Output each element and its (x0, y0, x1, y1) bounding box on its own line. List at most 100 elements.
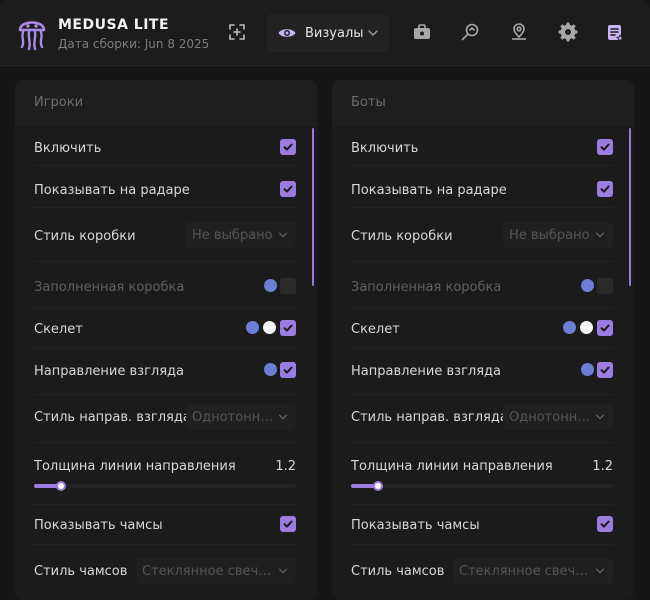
option-chams-style: Стиль чамсов Стеклянное свечен... (34, 545, 296, 600)
color-picker-dot[interactable] (264, 363, 277, 376)
option-box-style: Стиль коробки Не выбрано (351, 208, 613, 262)
tab-misc[interactable] (411, 21, 433, 43)
chevron-down-icon (596, 232, 604, 238)
jellyfish-logo-icon (18, 21, 46, 51)
option-label: Заполненная коробка (34, 280, 185, 295)
option-label: Стиль чамсов (351, 564, 445, 579)
panel-title: Боты (332, 80, 634, 125)
config-list-icon (608, 25, 624, 42)
gear-icon (558, 22, 578, 42)
dropdown-value: Стеклянное свечен... (459, 563, 605, 579)
option-label: Показывать на радаре (351, 183, 507, 198)
scrollbar[interactable] (629, 128, 631, 286)
option-label: Включить (34, 141, 102, 156)
check-icon (600, 366, 610, 374)
check-icon (283, 185, 293, 193)
option-label: Стиль направ. взгляда (34, 410, 191, 425)
line-thickness-slider[interactable] (351, 481, 613, 491)
option-view-dir: Направление взгляда (351, 349, 613, 395)
chevron-down-icon (279, 568, 287, 574)
chevron-down-icon (279, 232, 287, 238)
view-dir-checkbox[interactable] (280, 362, 296, 378)
chams-style-dropdown[interactable]: Стеклянное свечен... (136, 558, 296, 584)
option-label: Включить (351, 141, 419, 156)
panel-title: Игроки (15, 80, 317, 125)
option-view-dir: Направление взгляда (34, 349, 296, 395)
view-dir-style-dropdown[interactable]: Однотонн?.. (503, 404, 613, 430)
slider-value: 1.2 (275, 459, 296, 474)
tab-settings[interactable] (557, 21, 579, 43)
header-bar: MEDUSA LITE Дата сборки: Jun 8 2025 Визу… (0, 0, 650, 66)
chams-style-dropdown[interactable]: Стеклянное свечен... (453, 558, 613, 584)
check-icon (283, 143, 293, 151)
app-window: MEDUSA LITE Дата сборки: Jun 8 2025 Визу… (0, 0, 650, 600)
show-radar-checkbox[interactable] (597, 181, 613, 197)
check-icon (283, 324, 293, 332)
box-style-dropdown[interactable]: Не выбрано (503, 222, 613, 248)
option-show-radar: Показывать на радаре (34, 166, 296, 208)
option-show-chams: Показывать чамсы (351, 505, 613, 545)
scrollbar[interactable] (312, 128, 314, 286)
view-dir-style-dropdown[interactable]: Однотонн?.. (186, 404, 296, 430)
enable-checkbox[interactable] (280, 139, 296, 155)
skeleton-checkbox[interactable] (280, 320, 296, 336)
option-label: Заполненная коробка (351, 280, 502, 295)
color-picker-dot[interactable] (263, 321, 276, 334)
color-picker-dot[interactable] (264, 279, 277, 292)
option-label: Толщина линии направления (34, 459, 236, 474)
option-filled-box: Заполненная коробка (34, 262, 296, 308)
filled-box-checkbox[interactable] (597, 278, 613, 294)
option-filled-box: Заполненная коробка (351, 262, 613, 308)
slider-handle[interactable] (56, 481, 66, 491)
option-show-radar: Показывать на радаре (351, 166, 613, 208)
option-label: Стиль чамсов (34, 564, 128, 579)
color-picker-dot[interactable] (580, 321, 593, 334)
tab-radar[interactable] (459, 21, 481, 43)
color-picker-dot[interactable] (581, 279, 594, 292)
search-radar-icon (461, 23, 479, 41)
option-label: Показывать на радаре (34, 183, 190, 198)
show-chams-checkbox[interactable] (597, 516, 613, 532)
option-label: Скелет (351, 322, 400, 337)
color-picker-dot[interactable] (563, 321, 576, 334)
option-label: Направление взгляда (34, 364, 184, 379)
slider-value: 1.2 (592, 459, 613, 474)
check-icon (283, 366, 293, 374)
bots-panel: Боты Включить Показывать на радаре Стиль… (332, 80, 634, 600)
chevron-down-icon (596, 568, 604, 574)
eye-icon (278, 29, 296, 37)
view-dir-checkbox[interactable] (597, 362, 613, 378)
line-thickness-slider[interactable] (34, 481, 296, 491)
color-picker-dot[interactable] (246, 321, 259, 334)
slider-handle[interactable] (373, 481, 383, 491)
app-title: MEDUSA LITE (58, 17, 170, 33)
show-radar-checkbox[interactable] (280, 181, 296, 197)
box-style-dropdown[interactable]: Не выбрано (186, 222, 296, 248)
tab-visuals[interactable]: Визуалы (266, 14, 389, 52)
enable-checkbox[interactable] (597, 139, 613, 155)
filled-box-checkbox[interactable] (280, 278, 296, 294)
tab-map[interactable] (508, 21, 530, 43)
option-box-style: Стиль коробки Не выбрано (34, 208, 296, 262)
option-label: Стиль коробки (34, 229, 136, 244)
option-view-dir-style: Стиль направ. взгляда Однотонн?.. (351, 395, 613, 443)
chevron-down-icon (368, 30, 378, 36)
briefcase-icon (414, 24, 430, 39)
option-label: Показывать чамсы (34, 518, 163, 533)
option-skeleton: Скелет (351, 308, 613, 349)
chevron-down-icon (596, 414, 604, 420)
check-icon (600, 324, 610, 332)
players-panel: Игроки Включить Показывать на радаре Сти… (15, 80, 317, 600)
tab-configs[interactable] (604, 21, 626, 43)
option-label: Стиль направ. взгляда (351, 410, 508, 425)
color-picker-dot[interactable] (581, 363, 594, 376)
check-icon (283, 520, 293, 528)
option-show-chams: Показывать чамсы (34, 505, 296, 545)
option-view-dir-style: Стиль направ. взгляда Однотонн?.. (34, 395, 296, 443)
option-label: Направление взгляда (351, 364, 501, 379)
skeleton-checkbox[interactable] (597, 320, 613, 336)
check-icon (600, 520, 610, 528)
aim-tab[interactable] (226, 21, 248, 43)
show-chams-checkbox[interactable] (280, 516, 296, 532)
option-label: Показывать чамсы (351, 518, 480, 533)
